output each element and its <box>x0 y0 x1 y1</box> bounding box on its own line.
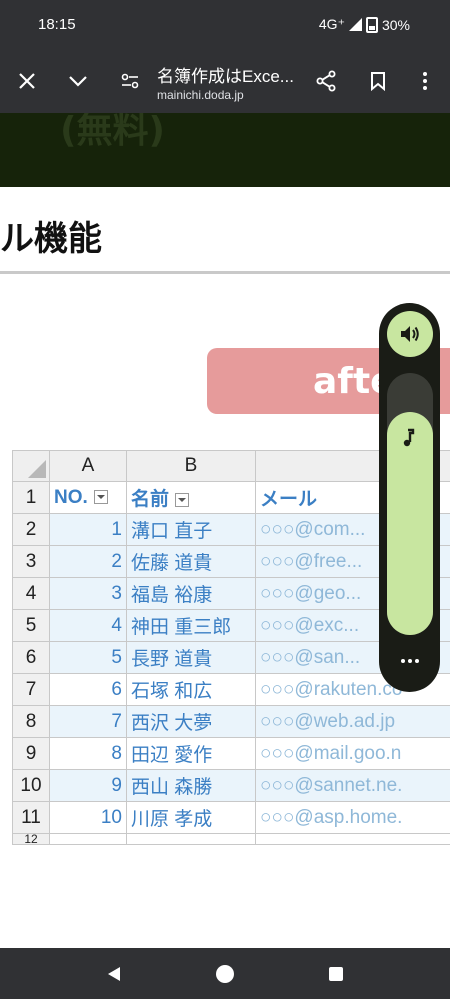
more-horiz-icon <box>401 659 405 663</box>
cell-text: NO. <box>54 486 88 508</box>
cell-name: 川原 孝成 <box>126 801 256 834</box>
cell-no: 4 <box>49 609 127 642</box>
status-time: 18:15 <box>38 16 76 33</box>
chevron-down-icon <box>69 76 87 87</box>
more-horiz-icon-dot <box>408 659 412 663</box>
cell-text: 名前 <box>131 489 170 510</box>
home-button[interactable] <box>211 960 239 988</box>
signal-icon <box>348 18 362 31</box>
table-row: 9 8 田辺 愛作 ○○○@mail.goo.n <box>12 737 450 770</box>
battery-percent: 30% <box>381 16 410 33</box>
sheet-corner <box>12 450 50 482</box>
cell-no: 3 <box>49 577 127 610</box>
cell-name: 西山 森勝 <box>126 769 256 802</box>
row-number: 3 <box>12 545 50 578</box>
table-row: 11 10 川原 孝成 ○○○@asp.home. <box>12 801 450 834</box>
cell-no: 6 <box>49 673 127 706</box>
cell-name-header: 名前 <box>126 481 256 514</box>
table-row: 12 <box>12 833 450 845</box>
speaker-icon <box>401 326 419 342</box>
cell-name: 佐藤 道貴 <box>126 545 256 578</box>
heading-divider <box>0 271 450 274</box>
row-number: 11 <box>12 801 50 834</box>
close-button[interactable] <box>10 64 44 98</box>
page-info-button[interactable] <box>113 64 147 98</box>
cell-mail: ○○○@asp.home. <box>255 801 450 834</box>
row-number: 9 <box>12 737 50 770</box>
system-nav-bar <box>0 948 450 999</box>
cell-name: 田辺 愛作 <box>126 737 256 770</box>
row-number: 1 <box>12 481 50 514</box>
filter-dropdown-icon <box>175 492 190 507</box>
home-icon <box>216 965 234 983</box>
banner-text: (無料) <box>60 113 165 151</box>
cell-name: 神田 重三郎 <box>126 609 256 642</box>
section-heading: ル機能 <box>0 219 102 259</box>
cell-no: 2 <box>49 545 127 578</box>
bookmark-icon <box>371 72 385 91</box>
cell-no: 10 <box>49 801 127 834</box>
row-number: 5 <box>12 609 50 642</box>
menu-button[interactable] <box>408 64 442 98</box>
volume-panel <box>379 303 440 692</box>
cell-no-header: NO. <box>49 481 127 514</box>
volume-level-fill <box>387 412 433 635</box>
cell-name: 西沢 大夢 <box>126 705 256 738</box>
table-row: 8 7 西沢 大夢 ○○○@web.ad.jp <box>12 705 450 738</box>
media-volume-slider[interactable] <box>387 373 433 635</box>
row-number: 7 <box>12 673 50 706</box>
tune-icon <box>121 73 139 89</box>
cell-mail: ○○○@sannet.ne. <box>255 769 450 802</box>
share-button[interactable] <box>309 64 343 98</box>
recents-button[interactable] <box>322 960 350 988</box>
bookmark-button[interactable] <box>361 64 395 98</box>
cell-no: 7 <box>49 705 127 738</box>
share-icon <box>316 70 336 92</box>
cell-no: 1 <box>49 513 127 546</box>
browser-toolbar: 名簿作成はExce... mainichi.doda.jp <box>0 50 450 113</box>
back-icon <box>108 967 120 981</box>
cell-mail: ○○○@mail.goo.n <box>255 737 450 770</box>
minimize-button[interactable] <box>61 64 95 98</box>
row-number: 4 <box>12 577 50 610</box>
row-number: 6 <box>12 641 50 674</box>
column-header-a: A <box>49 450 127 482</box>
cell-name: 溝口 直子 <box>126 513 256 546</box>
back-button[interactable] <box>100 960 128 988</box>
row-number: 12 <box>12 833 50 845</box>
dark-banner: (無料) <box>0 113 450 187</box>
recents-icon <box>329 967 343 981</box>
ringer-mode-button[interactable] <box>387 311 433 357</box>
cell-mail <box>255 833 450 845</box>
more-horiz-icon-dot <box>415 659 419 663</box>
status-bar: 18:15 4G⁺ 30% <box>0 0 450 50</box>
page-title[interactable]: 名簿作成はExce... <box>157 62 305 87</box>
cell-name: 長野 道貴 <box>126 641 256 674</box>
table-row: 10 9 西山 森勝 ○○○@sannet.ne. <box>12 769 450 802</box>
more-vert-icon <box>423 72 427 90</box>
volume-settings-button[interactable] <box>398 651 422 671</box>
cell-no: 5 <box>49 641 127 674</box>
cell-no: 9 <box>49 769 127 802</box>
cell-name: 石塚 和広 <box>126 673 256 706</box>
row-number: 2 <box>12 513 50 546</box>
cell-name <box>126 833 256 845</box>
row-number: 10 <box>12 769 50 802</box>
cell-mail: ○○○@web.ad.jp <box>255 705 450 738</box>
filter-dropdown-icon <box>93 490 108 505</box>
battery-icon <box>365 16 378 33</box>
column-header-b: B <box>126 450 256 482</box>
select-all-triangle <box>28 460 46 478</box>
close-icon <box>19 73 35 89</box>
music-note-icon <box>403 428 415 447</box>
cell-no: 8 <box>49 737 127 770</box>
status-icons: 4G⁺ 30% <box>319 16 410 33</box>
page-url[interactable]: mainichi.doda.jp <box>157 88 244 102</box>
cell-no <box>49 833 127 845</box>
cell-name: 福島 裕康 <box>126 577 256 610</box>
row-number: 8 <box>12 705 50 738</box>
network-type: 4G⁺ <box>318 16 345 32</box>
